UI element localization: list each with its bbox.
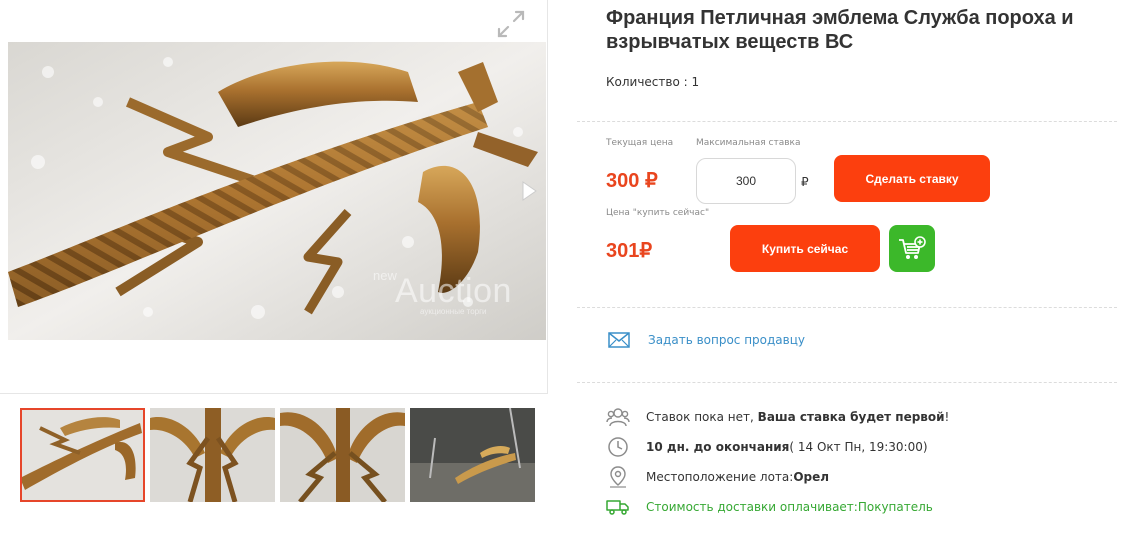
buy-now-price-currency: ₽: [639, 240, 653, 262]
time-left-row: 10 дн. до окончания ( 14 Окт Пн, 19:30:0…: [606, 435, 928, 459]
delivery-row: Стоимость доставки оплачивает: Покупател…: [606, 495, 933, 519]
thumbnail-2[interactable]: [150, 408, 275, 502]
thumbnail-1[interactable]: [20, 408, 145, 502]
lot-info-panel: Франция Петличная эмблема Служба пороха …: [577, 0, 1121, 534]
add-to-cart-button[interactable]: [889, 225, 935, 272]
ask-seller-row[interactable]: Задать вопрос продавцу: [608, 332, 805, 348]
cart-plus-icon: [899, 235, 926, 259]
location-row: Местоположение лота: Орел: [606, 465, 829, 489]
clock-icon: [606, 435, 630, 459]
quantity-value: 1: [691, 75, 700, 89]
thumbnail-strip: [20, 408, 535, 502]
divider: [577, 382, 1117, 383]
divider: [577, 307, 1117, 308]
time-left: 10 дн. до окончания: [646, 440, 790, 454]
map-pin-icon: [606, 465, 630, 489]
delivery-label: Стоимость доставки оплачивает:: [646, 500, 858, 514]
watermark-prefix: new: [373, 268, 397, 283]
current-price: 300 ₽: [606, 168, 658, 193]
quantity-row: Количество : 1: [606, 75, 699, 89]
expand-icon[interactable]: [494, 7, 528, 41]
place-bid-button[interactable]: Сделать ставку: [834, 155, 990, 202]
current-price-currency: ₽: [644, 170, 658, 192]
users-icon: [606, 405, 630, 429]
quantity-label: Количество :: [606, 75, 692, 89]
end-datetime: ( 14 Окт Пн, 19:30:00): [789, 440, 928, 454]
watermark-logo: Auction: [395, 272, 512, 310]
bids-bold-text: Ваша ставка будет первой: [757, 410, 945, 424]
thumbnail-3[interactable]: [280, 408, 405, 502]
delivery-value: Покупатель: [857, 500, 933, 514]
watermark-subtitle: аукционные торги: [420, 307, 487, 316]
max-bid-label: Максимальная ставка: [696, 138, 801, 148]
max-bid-currency: ₽: [801, 175, 809, 189]
location-label: Местоположение лота:: [646, 470, 794, 484]
ask-seller-link[interactable]: Задать вопрос продавцу: [648, 333, 805, 347]
buy-now-price-label: Цена "купить сейчас": [606, 208, 710, 218]
buy-now-button[interactable]: Купить сейчас: [730, 225, 880, 272]
image-gallery: new Auction аукционные торги: [0, 0, 548, 394]
bids-end: !: [944, 410, 950, 424]
truck-icon: [606, 495, 630, 519]
next-photo-arrow-icon[interactable]: [520, 180, 538, 202]
buy-now-price: 301₽: [606, 238, 652, 263]
bids-text: Ставок пока нет,: [646, 410, 754, 424]
lot-title: Франция Петличная эмблема Служба пороха …: [606, 7, 1074, 53]
current-price-value: 300: [606, 170, 640, 192]
divider: [577, 121, 1117, 122]
bids-row: Ставок пока нет, Ваша ставка будет перво…: [606, 405, 949, 429]
location-value: Орел: [793, 470, 830, 484]
max-bid-input[interactable]: [696, 158, 796, 204]
envelope-icon: [608, 332, 630, 348]
buy-now-price-value: 301: [606, 240, 640, 262]
current-price-label: Текущая цена: [606, 138, 674, 148]
thumbnail-4[interactable]: [410, 408, 535, 502]
